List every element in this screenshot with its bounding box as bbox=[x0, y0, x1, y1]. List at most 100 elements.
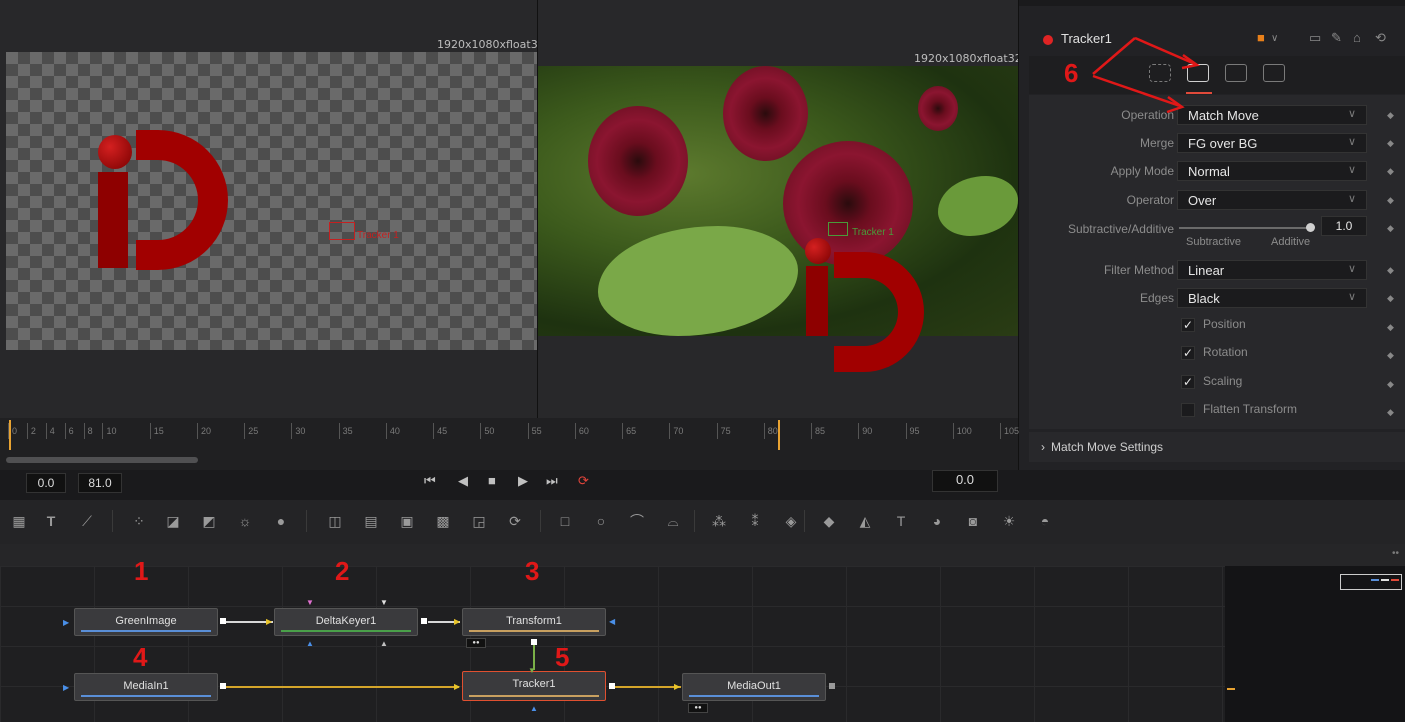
node-transform[interactable]: Transform1 bbox=[462, 608, 606, 636]
prender-icon[interactable]: ⁑ bbox=[746, 512, 764, 530]
pin-icon[interactable]: ✎ bbox=[1331, 30, 1342, 46]
keyframe-icon[interactable]: ◆ bbox=[1387, 293, 1394, 304]
more-options-icon[interactable]: •• bbox=[1392, 548, 1399, 559]
foreground-input-icon[interactable]: ▼ bbox=[528, 666, 536, 675]
node-greenimage[interactable]: GreenImage bbox=[74, 608, 218, 636]
text3d-icon[interactable]: T bbox=[892, 512, 910, 530]
playhead[interactable] bbox=[778, 420, 780, 450]
rectangle-mask-icon[interactable]: □ bbox=[556, 512, 574, 530]
input-arrow-icon[interactable]: ▶ bbox=[63, 618, 69, 627]
garbage-matte-input-icon[interactable]: ▼ bbox=[306, 598, 314, 607]
play-icon[interactable]: ▶ bbox=[518, 473, 528, 489]
edges-dropdown[interactable]: Black ∨ bbox=[1177, 288, 1367, 308]
node-minimap[interactable] bbox=[1225, 566, 1405, 722]
shape3d-icon[interactable]: ◆ bbox=[820, 512, 838, 530]
position-checkbox-row[interactable]: ✓ Position bbox=[1181, 317, 1246, 332]
color-swatch-icon[interactable]: ■ bbox=[1257, 30, 1265, 45]
merge-tool-icon[interactable]: ◫ bbox=[326, 512, 344, 530]
input-arrow-icon[interactable]: ▶ bbox=[266, 617, 272, 626]
transform-tool-icon[interactable]: ⟳ bbox=[506, 512, 524, 530]
output-port[interactable] bbox=[609, 683, 615, 689]
tracker-box-right[interactable] bbox=[828, 222, 848, 236]
keyframe-icon[interactable]: ◆ bbox=[1387, 223, 1394, 234]
go-to-end-icon[interactable]: ⏭ bbox=[546, 473, 558, 489]
node-mediaout[interactable]: MediaOut1 bbox=[682, 673, 826, 701]
keyframe-icon[interactable]: ◆ bbox=[1387, 195, 1394, 206]
checkmark-icon[interactable]: ✓ bbox=[1181, 374, 1195, 389]
ellipse-mask-icon[interactable]: ○ bbox=[592, 512, 610, 530]
subtractive-additive-slider[interactable] bbox=[1179, 227, 1309, 229]
scaling-checkbox-row[interactable]: ✓ Scaling bbox=[1181, 374, 1242, 389]
text-tool-icon[interactable]: T bbox=[42, 512, 60, 530]
global-end-field[interactable]: 81.0 bbox=[78, 473, 122, 493]
input-arrow-icon[interactable]: ▶ bbox=[674, 682, 680, 691]
particles-icon[interactable]: ⁘ bbox=[130, 512, 148, 530]
node-mode-badge[interactable]: ●● bbox=[466, 638, 486, 648]
keyframe-icon[interactable]: ◆ bbox=[1387, 350, 1394, 361]
keyframe-icon[interactable]: ◆ bbox=[1387, 379, 1394, 390]
tracker-box-left[interactable] bbox=[329, 222, 355, 240]
image-plane-icon[interactable]: ◈ bbox=[782, 512, 800, 530]
go-to-start-icon[interactable]: ⏮ bbox=[424, 473, 436, 489]
rotation-checkbox-row[interactable]: ✓ Rotation bbox=[1181, 345, 1248, 360]
right-viewer[interactable]: 1920x1080xfloat32 Tracker 1 bbox=[538, 0, 1018, 418]
keyframe-icon[interactable]: ◆ bbox=[1387, 166, 1394, 177]
node-deltakeyer[interactable]: DeltaKeyer1 bbox=[274, 608, 418, 636]
keyframe-icon[interactable]: ◆ bbox=[1387, 110, 1394, 121]
left-viewer[interactable]: 1920x1080xfloat32 Tracker 1 bbox=[0, 0, 537, 418]
merge-dropdown[interactable]: FG over BG ∨ bbox=[1177, 133, 1367, 153]
solid-matte-input-icon[interactable]: ▼ bbox=[380, 598, 388, 607]
loop-icon[interactable]: ⟳ bbox=[578, 473, 589, 489]
stop-icon[interactable]: ■ bbox=[488, 473, 496, 488]
blur-icon[interactable]: ● bbox=[272, 512, 290, 530]
input-arrow-icon[interactable]: ▶ bbox=[63, 683, 69, 692]
tab-display[interactable] bbox=[1225, 64, 1247, 82]
bspline-mask-icon[interactable]: ⌓ bbox=[664, 512, 682, 530]
spotlight-icon[interactable]: ☀ bbox=[1000, 512, 1018, 530]
tab-settings[interactable] bbox=[1263, 64, 1285, 82]
output-port[interactable] bbox=[220, 618, 226, 624]
operator-dropdown[interactable]: Over ∨ bbox=[1177, 190, 1367, 210]
light-icon[interactable]: ◓ bbox=[1036, 512, 1054, 530]
polygon-mask-icon[interactable]: ⌒ bbox=[628, 512, 646, 530]
resize-icon[interactable]: ◲ bbox=[470, 512, 488, 530]
lock-icon[interactable]: ⌂ bbox=[1353, 30, 1361, 45]
background-tool-icon[interactable]: ▦ bbox=[10, 512, 28, 530]
flatten-checkbox-row[interactable]: Flatten Transform bbox=[1181, 402, 1297, 417]
effect-mask-input-icon[interactable]: ◀ bbox=[609, 617, 615, 626]
render-start-marker[interactable] bbox=[9, 420, 11, 450]
timeline-scrollbar[interactable] bbox=[6, 457, 198, 463]
color-correct-icon[interactable]: ◩ bbox=[200, 512, 218, 530]
global-start-field[interactable]: 0.0 bbox=[26, 473, 66, 493]
keyframe-icon[interactable]: ◆ bbox=[1387, 138, 1394, 149]
output-port[interactable] bbox=[531, 639, 537, 645]
apply-mode-dropdown[interactable]: Normal ∨ bbox=[1177, 161, 1367, 181]
output-port[interactable] bbox=[421, 618, 427, 624]
chevron-down-icon[interactable]: ∨ bbox=[1271, 33, 1278, 44]
node-editor[interactable]: GreenImage ▶ DeltaKeyer1 ▶ ▼ ▼ ▲ ▲ Trans… bbox=[0, 566, 1225, 722]
record-icon[interactable] bbox=[1043, 35, 1053, 45]
pemitter-icon[interactable]: ⁂ bbox=[710, 512, 728, 530]
node-mediain[interactable]: MediaIn1 bbox=[74, 673, 218, 701]
effect-mask-input-icon[interactable]: ▲ bbox=[306, 639, 314, 648]
channel-boolean-icon[interactable]: ▤ bbox=[362, 512, 380, 530]
paint-tool-icon[interactable]: ⟋ bbox=[78, 512, 96, 530]
renderer3d-icon[interactable]: ◭ bbox=[856, 512, 874, 530]
curves-icon[interactable]: ◪ bbox=[164, 512, 182, 530]
node-mode-badge[interactable]: ●● bbox=[688, 703, 708, 713]
keyframe-icon[interactable]: ◆ bbox=[1387, 265, 1394, 276]
input-arrow-icon[interactable]: ▶ bbox=[454, 617, 460, 626]
keyframe-icon[interactable]: ◆ bbox=[1387, 322, 1394, 333]
subtractive-additive-field[interactable]: 1.0 bbox=[1321, 216, 1367, 236]
matte-control-icon[interactable]: ▣ bbox=[398, 512, 416, 530]
clean-plate-input-icon[interactable]: ▲ bbox=[380, 639, 388, 648]
reset-icon[interactable]: ⟲ bbox=[1375, 30, 1386, 46]
output-port[interactable] bbox=[829, 683, 835, 689]
brightness-icon[interactable]: ☼ bbox=[236, 512, 254, 530]
filter-method-dropdown[interactable]: Linear ∨ bbox=[1177, 260, 1367, 280]
minimap-viewport[interactable] bbox=[1340, 574, 1402, 590]
play-reverse-icon[interactable]: ◀ bbox=[458, 473, 468, 489]
window-icon[interactable]: ▭ bbox=[1309, 30, 1321, 46]
output-port[interactable] bbox=[220, 683, 226, 689]
current-time-field[interactable]: 0.0 bbox=[932, 470, 998, 492]
